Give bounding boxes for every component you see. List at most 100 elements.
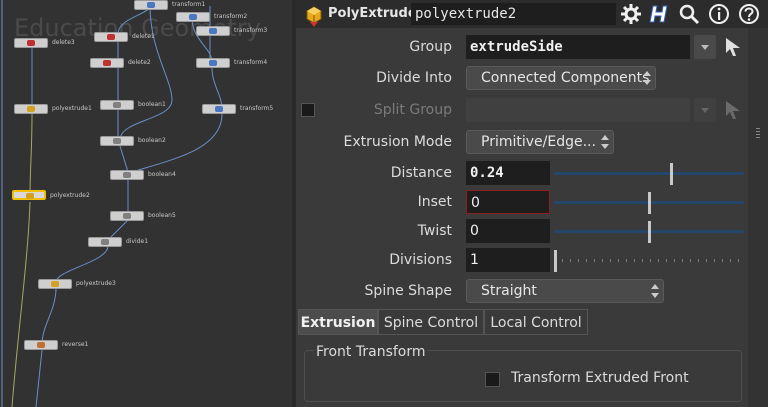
spine-shape-menu[interactable]: Straight bbox=[466, 279, 664, 303]
tab-extrusion[interactable]: Extrusion bbox=[298, 309, 378, 335]
boolean-node-icon bbox=[113, 138, 121, 144]
divide-into-menu[interactable]: Connected Components bbox=[466, 66, 656, 90]
node-label: delete3 bbox=[52, 39, 75, 46]
inset-slider-handle[interactable] bbox=[647, 192, 651, 214]
node-label: reverse1 bbox=[62, 341, 89, 348]
extrusion-mode-row: Extrusion Mode Primitive/Edge... bbox=[296, 128, 768, 156]
help-h-icon[interactable] bbox=[648, 3, 670, 25]
search-icon[interactable] bbox=[678, 3, 700, 25]
inset-row: Inset 0 bbox=[296, 188, 768, 216]
node-boolean1[interactable] bbox=[100, 100, 134, 110]
node-delete1[interactable] bbox=[94, 32, 128, 42]
inset-slider[interactable] bbox=[554, 192, 744, 214]
extrusion-mode-label: Extrusion Mode bbox=[343, 134, 452, 150]
spine-shape-value: Straight bbox=[481, 283, 537, 299]
polyextrude-node-icon bbox=[27, 106, 35, 112]
spine-shape-label: Spine Shape bbox=[364, 283, 452, 299]
tab-local-control[interactable]: Local Control bbox=[484, 309, 588, 335]
help-icon[interactable] bbox=[738, 3, 760, 25]
transform-node-icon bbox=[189, 14, 197, 20]
distance-slider[interactable] bbox=[554, 163, 744, 185]
node-polyextrude3[interactable] bbox=[38, 279, 72, 289]
distance-field[interactable]: 0.24 bbox=[466, 161, 550, 185]
distance-row: Distance 0.24 bbox=[296, 159, 768, 187]
split-group-label: Split Group bbox=[373, 102, 452, 118]
transform-node-icon bbox=[215, 106, 223, 112]
info-icon[interactable] bbox=[708, 3, 730, 25]
split-group-dropdown-button bbox=[694, 98, 716, 122]
select-arrow-icon[interactable] bbox=[724, 37, 742, 57]
transform-extruded-front-label: Transform Extruded Front bbox=[511, 370, 689, 386]
node-polyextrude1[interactable] bbox=[14, 104, 48, 114]
group-dropdown-button[interactable] bbox=[694, 35, 716, 59]
node-reverse1[interactable] bbox=[24, 340, 58, 350]
twist-field[interactable]: 0 bbox=[466, 219, 550, 243]
group-label: Group bbox=[409, 39, 452, 55]
node-label: polyextrude1 bbox=[52, 105, 92, 112]
divide-node-icon bbox=[101, 239, 109, 245]
divisions-label: Divisions bbox=[389, 252, 452, 268]
gear-icon[interactable] bbox=[620, 3, 642, 25]
node-label: delete1 bbox=[132, 33, 155, 40]
twist-slider-handle[interactable] bbox=[647, 221, 651, 243]
transform-node-icon bbox=[209, 28, 217, 34]
transform-node-icon bbox=[147, 2, 155, 8]
updown-arrows-icon bbox=[643, 71, 651, 85]
node-label: transform3 bbox=[234, 27, 268, 34]
node-label: boolean2 bbox=[138, 137, 166, 144]
divide-into-label: Divide Into bbox=[376, 70, 452, 86]
node-polyextrude2-selected[interactable] bbox=[12, 190, 46, 200]
node-name-field[interactable]: polyextrude2 bbox=[411, 3, 616, 25]
polyextrude-type-icon bbox=[306, 6, 322, 24]
node-delete2[interactable] bbox=[90, 58, 124, 68]
node-label: divide1 bbox=[126, 238, 149, 245]
node-label: boolean4 bbox=[148, 171, 176, 178]
node-delete3[interactable] bbox=[14, 38, 48, 48]
divisions-slider-handle[interactable] bbox=[554, 250, 557, 272]
extrusion-mode-menu[interactable]: Primitive/Edge... bbox=[466, 130, 614, 154]
chevron-down-icon bbox=[701, 45, 709, 50]
node-transform1[interactable] bbox=[134, 0, 168, 10]
scrollbar-grip[interactable] bbox=[756, 128, 760, 138]
transform-extruded-front-checkbox[interactable] bbox=[485, 372, 500, 387]
boolean-node-icon bbox=[113, 102, 121, 108]
divisions-field[interactable]: 1 bbox=[466, 248, 550, 272]
split-group-row: Split Group bbox=[296, 96, 768, 124]
node-label: polyextrude2 bbox=[50, 192, 90, 199]
split-group-toggle[interactable] bbox=[301, 103, 315, 117]
updown-arrows-icon bbox=[651, 284, 659, 298]
node-transform2[interactable] bbox=[176, 12, 210, 22]
divide-into-value: Connected Components bbox=[481, 70, 650, 86]
network-editor[interactable]: Education Geometry transform1 transform2… bbox=[0, 0, 296, 407]
tab-spine-control[interactable]: Spine Control bbox=[378, 309, 484, 335]
houdini-window: Education Geometry transform1 transform2… bbox=[0, 0, 768, 407]
node-label: boolean1 bbox=[138, 101, 166, 108]
divisions-row: Divisions 1 bbox=[296, 246, 768, 274]
node-transform5[interactable] bbox=[202, 104, 236, 114]
node-divide1[interactable] bbox=[88, 237, 122, 247]
group-row: Group extrudeSide bbox=[296, 33, 768, 61]
node-boolean5[interactable] bbox=[110, 211, 144, 221]
boolean-node-icon bbox=[123, 213, 131, 219]
twist-row: Twist 0 bbox=[296, 217, 768, 245]
group-field[interactable]: extrudeSide bbox=[466, 35, 690, 59]
boolean-node-icon bbox=[123, 172, 131, 178]
reverse-node-icon bbox=[37, 342, 45, 348]
node-boolean4[interactable] bbox=[110, 170, 144, 180]
distance-slider-handle[interactable] bbox=[669, 163, 673, 185]
inset-field[interactable]: 0 bbox=[466, 190, 550, 214]
parameter-scrollbar[interactable] bbox=[748, 28, 768, 407]
node-transform3[interactable] bbox=[196, 26, 230, 36]
polyextrude-node-icon bbox=[51, 281, 59, 287]
twist-slider[interactable] bbox=[554, 221, 744, 243]
node-boolean2[interactable] bbox=[100, 136, 134, 146]
polyextrude-node-icon bbox=[26, 193, 34, 199]
node-transform4[interactable] bbox=[196, 58, 230, 68]
extrusion-mode-value: Primitive/Edge... bbox=[481, 134, 596, 150]
node-menu-arrow-icon[interactable] bbox=[310, 22, 318, 27]
spine-shape-row: Spine Shape Straight bbox=[296, 277, 768, 305]
node-label: boolean5 bbox=[148, 212, 176, 219]
divisions-slider[interactable] bbox=[554, 250, 744, 272]
delete-node-icon bbox=[27, 40, 35, 46]
updown-arrows-icon bbox=[601, 135, 609, 149]
